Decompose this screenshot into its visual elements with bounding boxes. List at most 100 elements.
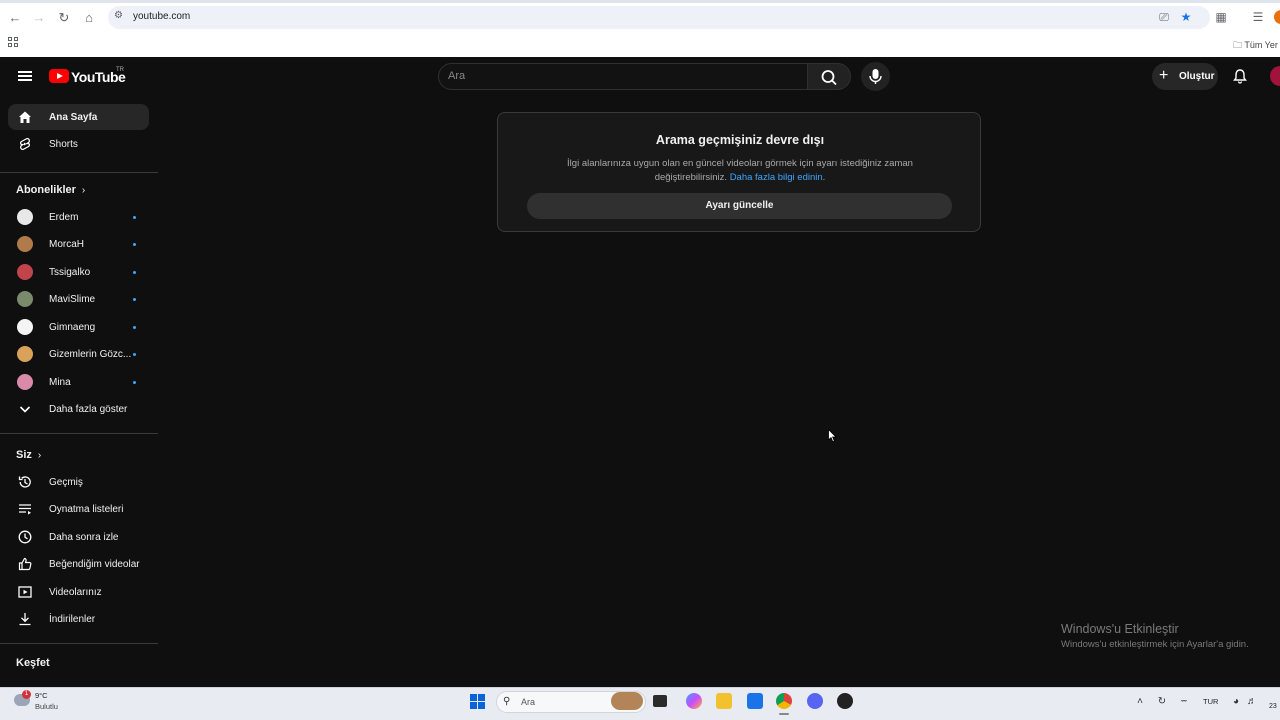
- volume-icon[interactable]: ♬: [1246, 696, 1258, 708]
- site-info-icon[interactable]: ⚙: [114, 10, 126, 22]
- youtube-play-icon: [49, 69, 69, 83]
- search-icon: [821, 70, 837, 86]
- subscription-gimnaeng[interactable]: Gimnaeng: [8, 314, 149, 340]
- new-content-dot: [133, 243, 136, 246]
- channel-name: Mina: [49, 377, 71, 388]
- notifications-icon[interactable]: [1232, 68, 1248, 84]
- channel-name: Gizemlerin Gözc...: [49, 349, 132, 360]
- weather-temperature: 9°C: [35, 691, 48, 700]
- chevron-down-icon: [19, 406, 31, 413]
- back-icon[interactable]: ←: [6, 9, 24, 27]
- voice-search-button[interactable]: [861, 62, 890, 91]
- microsoft-store-icon[interactable]: [747, 693, 763, 709]
- wifi-icon[interactable]: ◕: [1230, 696, 1242, 708]
- create-button[interactable]: + Oluştur: [1152, 63, 1218, 90]
- install-app-icon[interactable]: ⎚: [1156, 9, 1172, 25]
- discord-icon[interactable]: [807, 693, 823, 709]
- file-explorer-icon[interactable]: [716, 693, 732, 709]
- show-more-button[interactable]: Daha fazla göster: [8, 396, 149, 422]
- sidebar-item-playlists[interactable]: Oynatma listeleri: [8, 496, 149, 522]
- channel-name: Erdem: [49, 212, 79, 223]
- sidebar-item-label: İndirilenler: [49, 614, 96, 625]
- show-hidden-icons-icon[interactable]: ˄: [1134, 696, 1146, 708]
- channel-name: Gimnaeng: [49, 322, 96, 333]
- new-content-dot: [133, 381, 136, 384]
- screen: ← → ↻ ⌂ ⚙ youtube.com ⎚ ★ ▦ ☰ 🗀 Tüm Yer …: [0, 0, 1280, 720]
- home-icon: [19, 111, 31, 123]
- address-url: youtube.com: [133, 11, 191, 22]
- home-icon[interactable]: ⌂: [80, 9, 98, 27]
- bookmarks-bar: [0, 33, 1280, 57]
- system-clock[interactable]: 23: [1269, 703, 1277, 710]
- sidebar-divider: [0, 433, 158, 434]
- update-setting-button[interactable]: Ayarı güncelle: [527, 193, 952, 219]
- sidebar-item-watch-later[interactable]: Daha sonra izle: [8, 524, 149, 550]
- new-content-dot: [133, 216, 136, 219]
- subscription-erdem[interactable]: Erdem: [8, 204, 149, 230]
- search-placeholder: Ara: [448, 70, 466, 82]
- extensions-icon[interactable]: ▦: [1213, 9, 1229, 25]
- sidebar-item-label: Oynatma listeleri: [49, 504, 124, 515]
- chrome-icon[interactable]: [776, 693, 792, 709]
- search-input[interactable]: [438, 63, 808, 90]
- sidebar-divider: [0, 643, 158, 644]
- new-content-dot: [133, 298, 136, 301]
- reload-icon[interactable]: ↻: [55, 9, 73, 27]
- weather-condition: Bulutlu: [35, 702, 58, 711]
- learn-more-link[interactable]: Daha fazla bilgi edinin: [730, 172, 823, 183]
- card-title: Arama geçmişiniz devre dışı: [655, 133, 825, 147]
- you-heading[interactable]: Siz ›: [16, 449, 41, 461]
- address-bar[interactable]: [108, 6, 1210, 29]
- chevron-right-icon: ›: [81, 185, 86, 196]
- tab-search-icon[interactable]: ☰: [1250, 9, 1266, 25]
- apps-grid-icon[interactable]: [8, 37, 20, 49]
- channel-avatar: [17, 291, 33, 307]
- sidebar-item-label: Videolarınız: [49, 587, 102, 598]
- show-more-label: Daha fazla göster: [49, 404, 128, 415]
- activation-watermark-subtitle: Windows'u etkinleştirmek için Ayarlar'a …: [1061, 639, 1249, 650]
- subscription-mina[interactable]: Mina: [8, 369, 149, 395]
- sync-icon[interactable]: ↻: [1156, 696, 1168, 708]
- card-description-suffix: .: [822, 172, 826, 183]
- your-videos-icon: [18, 586, 32, 598]
- input-language[interactable]: TUR: [1203, 697, 1218, 706]
- plus-icon: +: [1159, 67, 1169, 84]
- sidebar-item-label: Geçmiş: [49, 477, 83, 488]
- taskbar-search-label: Ara: [521, 697, 536, 707]
- search-button[interactable]: [807, 63, 851, 90]
- windows-start-icon[interactable]: [470, 694, 486, 710]
- subscriptions-heading-label: Abonelikler: [16, 184, 76, 196]
- subscription-gizemlerin-gozcusu[interactable]: Gizemlerin Gözc...: [8, 341, 149, 367]
- sidebar-item-history[interactable]: Geçmiş: [8, 469, 149, 495]
- active-app-indicator: [779, 713, 789, 715]
- bookmark-star-icon[interactable]: ★: [1178, 9, 1194, 25]
- all-bookmarks-folder[interactable]: 🗀 Tüm Yer: [1233, 38, 1278, 54]
- sidebar-item-label: Daha sonra izle: [49, 532, 119, 543]
- menu-icon[interactable]: [18, 71, 32, 82]
- create-label: Oluştur: [1179, 71, 1215, 82]
- subscriptions-heading[interactable]: Abonelikler ›: [16, 184, 85, 196]
- channel-avatar: [17, 374, 33, 390]
- search-history-off-card: Arama geçmişiniz devre dışı İlgi alanlar…: [497, 112, 981, 232]
- shorts-icon: [20, 137, 30, 151]
- subscription-morcah[interactable]: MorcaH: [8, 231, 149, 257]
- new-content-dot: [133, 353, 136, 356]
- task-view-icon[interactable]: [653, 695, 667, 707]
- microphone-icon: [869, 69, 882, 84]
- sidebar-item-liked-videos[interactable]: Beğendiğim videolar: [8, 551, 149, 577]
- mouse-cursor-icon: [828, 429, 837, 443]
- copilot-icon[interactable]: [686, 693, 702, 709]
- subscription-tssigalko[interactable]: Tssigalko: [8, 259, 149, 285]
- microphone-icon[interactable]: ⏖: [1178, 696, 1190, 708]
- subscription-mavislime[interactable]: MaviSlime: [8, 286, 149, 312]
- sidebar-item-shorts[interactable]: Shorts: [8, 131, 149, 157]
- youtube-logo[interactable]: YouTube: [49, 69, 126, 85]
- sidebar-item-home[interactable]: Ana Sayfa: [8, 104, 149, 130]
- sidebar-item-downloads[interactable]: İndirilenler: [8, 606, 149, 632]
- steam-icon[interactable]: [837, 693, 853, 709]
- channel-avatar: [17, 264, 33, 280]
- forward-icon[interactable]: →: [30, 9, 48, 27]
- channel-avatar: [17, 319, 33, 335]
- sidebar-item-your-videos[interactable]: Videolarınız: [8, 579, 149, 605]
- explore-heading: Keşfet: [16, 657, 50, 669]
